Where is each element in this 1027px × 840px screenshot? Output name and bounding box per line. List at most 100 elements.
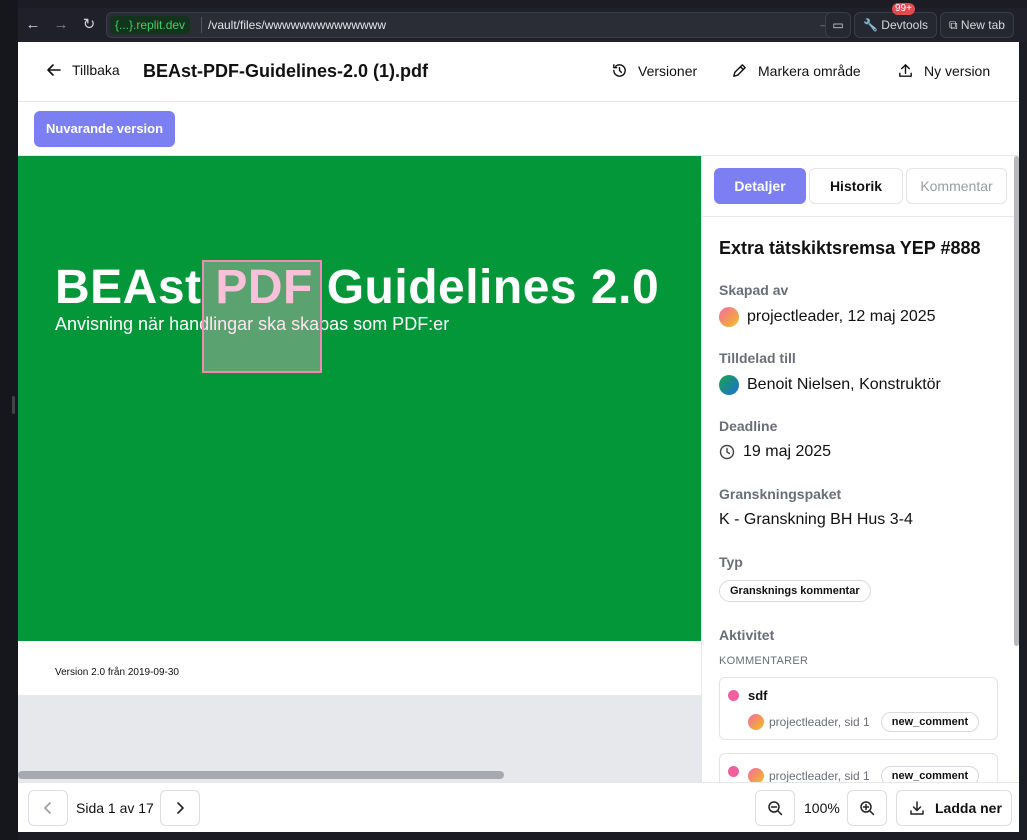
devtools-button[interactable]: 🔧 Devtools xyxy=(854,12,937,38)
download-button[interactable]: Ladda ner xyxy=(896,790,1012,826)
avatar xyxy=(719,307,739,327)
created-by-label: Skapad av xyxy=(719,282,789,298)
assigned-value: Benoit Nielsen, Konstruktör xyxy=(719,375,941,395)
comment-status-dot xyxy=(728,690,739,701)
activity-label: Aktivitet xyxy=(719,627,775,643)
pencil-icon xyxy=(733,64,746,77)
history-icon xyxy=(613,64,626,77)
comment-meta: projectleader, sid 1 new_comment xyxy=(748,712,980,732)
new-tab-label: New tab xyxy=(960,18,1005,32)
browser-toolbar: ← → ↻ {...}.replit.dev /vault/files/wwww… xyxy=(18,8,1027,42)
comment-author: projectleader, sid 1 xyxy=(769,769,870,782)
zoom-in-icon xyxy=(860,801,875,816)
chevron-right-icon xyxy=(177,802,184,814)
vertical-scrollbar[interactable] xyxy=(1014,156,1019,646)
assigned-label: Tilldelad till xyxy=(719,350,796,366)
screen-icon[interactable]: ▭ xyxy=(825,12,851,38)
panel-tabs: Detaljer Historik Kommentar xyxy=(714,168,1007,204)
issue-title: Extra tätskiktsremsa YEP #888 xyxy=(719,238,981,258)
clock-icon xyxy=(719,444,735,460)
pdf-page: BEAst PDF Guidelines 2.0 Anvisning när h… xyxy=(18,156,701,695)
upload-icon xyxy=(899,64,912,77)
download-label: Ladda ner xyxy=(935,800,1002,816)
pdf-cover: BEAst PDF Guidelines 2.0 Anvisning när h… xyxy=(18,156,701,641)
comment-tag: new_comment xyxy=(880,712,980,732)
cover-title-part3: Guidelines 2.0 xyxy=(312,261,660,314)
comment-card[interactable]: projectleader, sid 1 new_comment xyxy=(719,753,998,782)
devtools-badge: 99+ xyxy=(892,3,915,15)
resize-handle[interactable] xyxy=(12,396,15,414)
browser-window: ← → ↻ {...}.replit.dev /vault/files/wwww… xyxy=(0,0,1027,840)
comment-status-dot xyxy=(728,766,739,777)
comment-meta: projectleader, sid 1 new_comment xyxy=(748,766,980,782)
new-tab-button[interactable]: ⧉ New tab xyxy=(940,12,1014,38)
current-version-button[interactable]: Nuvarande version xyxy=(34,111,176,147)
deadline-value: 19 maj 2025 xyxy=(719,443,831,461)
prev-page-button[interactable] xyxy=(28,790,68,826)
avatar xyxy=(748,714,764,730)
new-version-button[interactable]: Ny version xyxy=(897,62,990,79)
cover-title: BEAst PDF Guidelines 2.0 xyxy=(55,260,659,315)
assigned-text: Benoit Nielsen, Konstruktör xyxy=(747,376,941,393)
tab-history[interactable]: Historik xyxy=(809,168,903,204)
url-path: /vault/files/wwwwwwwwwwwwww xyxy=(208,18,387,32)
comment-tag: new_comment xyxy=(880,766,980,782)
url-brace: {...} xyxy=(115,18,134,32)
tabs-divider xyxy=(702,216,1019,217)
type-label: Typ xyxy=(719,554,743,570)
cover-title-part1: BEAst xyxy=(55,261,216,314)
wrench-icon: 🔧 xyxy=(863,18,878,32)
pager-bar: Sida 1 av 17 100% Ladda ner xyxy=(18,782,1019,832)
forward-arrow-icon[interactable]: → xyxy=(50,14,72,36)
comment-author: projectleader, sid 1 xyxy=(769,715,870,729)
mark-area-label: Markera område xyxy=(758,62,861,79)
side-strip xyxy=(0,0,18,840)
deadline-label: Deadline xyxy=(719,418,778,434)
package-value: K - Granskning BH Hus 3-4 xyxy=(719,511,913,528)
created-by-value: projectleader, 12 maj 2025 xyxy=(719,307,936,327)
versions-button[interactable]: Versioner xyxy=(611,62,697,79)
url-domain-chip: {...}.replit.dev xyxy=(110,16,191,34)
url-domain: .replit.dev xyxy=(133,18,186,32)
external-link-icon: ⧉ xyxy=(949,18,958,32)
download-icon xyxy=(910,801,924,815)
tab-details[interactable]: Detaljer xyxy=(714,168,806,204)
type-badge: Gransknings kommentar xyxy=(719,580,871,602)
new-version-label: Ny version xyxy=(924,62,991,79)
reload-icon[interactable]: ↻ xyxy=(78,14,100,36)
chevron-left-icon xyxy=(44,802,51,814)
zoom-out-icon xyxy=(768,801,783,816)
avatar xyxy=(719,375,739,395)
deadline-text: 19 maj 2025 xyxy=(743,443,832,460)
comment-text: sdf xyxy=(748,688,768,703)
document-header: Tillbaka BEAst-PDF-Guidelines-2.0 (1).pd… xyxy=(18,42,1019,102)
versions-label: Versioner xyxy=(638,62,698,79)
file-title: BEAst-PDF-Guidelines-2.0 (1).pdf xyxy=(143,61,429,81)
marked-area[interactable] xyxy=(202,260,322,373)
zoom-out-button[interactable] xyxy=(755,790,795,826)
version-line: Version 2.0 från 2019-09-30 xyxy=(55,667,179,678)
horizontal-scrollbar[interactable] xyxy=(18,771,504,779)
zoom-in-button[interactable] xyxy=(847,790,887,826)
zoom-level: 100% xyxy=(804,800,840,816)
next-page-button[interactable] xyxy=(160,790,200,826)
tab-comment[interactable]: Kommentar xyxy=(906,168,1007,204)
package-label: Granskningspaket xyxy=(719,486,842,502)
address-bar[interactable]: {...}.replit.dev /vault/files/wwwwwwwwww… xyxy=(106,12,840,38)
page-indicator: Sida 1 av 17 xyxy=(76,800,154,816)
back-button[interactable]: Tillbaka xyxy=(46,62,120,78)
created-by-text: projectleader, 12 maj 2025 xyxy=(747,308,936,325)
version-bar: Nuvarande version xyxy=(18,103,1019,156)
avatar xyxy=(748,768,764,782)
arrow-left-icon xyxy=(47,64,61,76)
app-container: Tillbaka BEAst-PDF-Guidelines-2.0 (1).pd… xyxy=(18,42,1019,832)
back-label: Tillbaka xyxy=(72,62,120,78)
mark-area-button[interactable]: Markera område xyxy=(731,62,861,79)
details-panel: Detaljer Historik Kommentar Extra tätski… xyxy=(701,156,1019,782)
back-arrow-icon[interactable]: ← xyxy=(22,14,44,36)
comment-card[interactable]: sdf projectleader, sid 1 new_comment xyxy=(719,677,998,740)
devtools-label: Devtools xyxy=(881,18,928,32)
comments-caption: KOMMENTARER xyxy=(719,655,809,667)
pdf-viewer[interactable]: BEAst PDF Guidelines 2.0 Anvisning när h… xyxy=(18,156,701,782)
url-divider xyxy=(201,17,202,33)
